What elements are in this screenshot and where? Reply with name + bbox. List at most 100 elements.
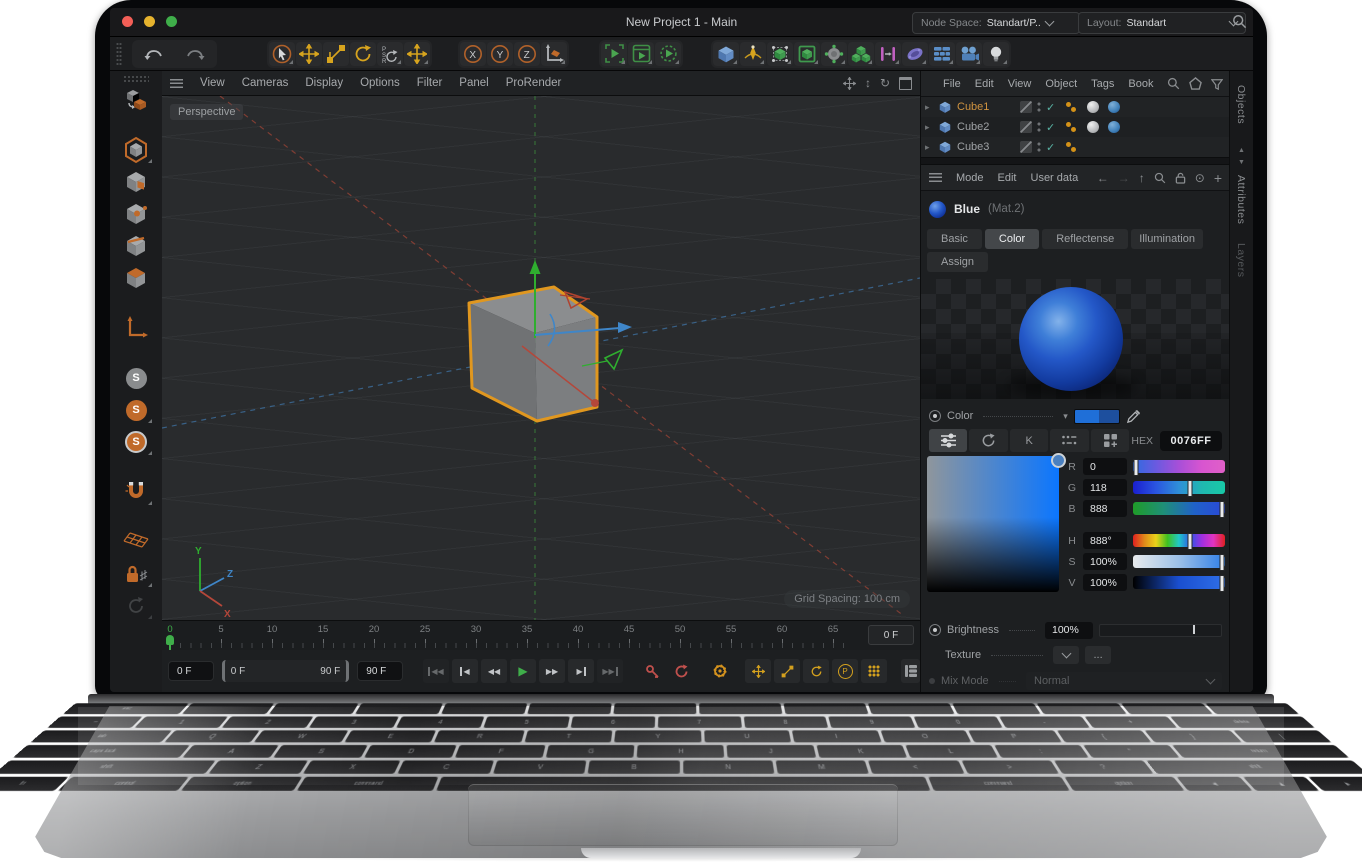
render-view-button[interactable] — [601, 42, 627, 66]
object-name[interactable]: Cube3 — [957, 141, 1015, 153]
array-cubes-button[interactable] — [848, 42, 874, 66]
layer-toggle-icon[interactable] — [1020, 101, 1032, 113]
tab-basic[interactable]: Basic — [927, 229, 982, 249]
make-editable-button[interactable] — [118, 85, 154, 115]
swatches-mode-button[interactable] — [1091, 429, 1129, 452]
tab-layers[interactable]: Layers — [1235, 243, 1247, 278]
om-home-icon[interactable] — [1189, 77, 1202, 90]
axis-x-toggle[interactable]: X — [460, 42, 486, 66]
am-lock-icon[interactable] — [1175, 172, 1186, 184]
channel-value-field[interactable]: 100% — [1083, 553, 1127, 570]
viewport-toggle-icon[interactable] — [899, 77, 912, 90]
move-axes-tool[interactable] — [404, 42, 430, 66]
visibility-dots-icon[interactable] — [1037, 141, 1041, 153]
search-icon[interactable] — [1232, 14, 1247, 29]
snap-off-button[interactable]: S — [118, 363, 154, 393]
object-name[interactable]: Cube2 — [957, 121, 1015, 133]
mix-mode-dropdown[interactable]: Normal — [1026, 672, 1222, 690]
goto-start-button[interactable]: ◀◀ — [423, 659, 449, 683]
end-frame-field[interactable]: 90 F — [357, 661, 403, 681]
camera-button[interactable] — [956, 42, 982, 66]
snap-3d-button[interactable]: S — [118, 427, 154, 457]
viewport-menu-cameras[interactable]: Cameras — [242, 77, 289, 89]
channel-slider[interactable] — [1133, 481, 1225, 494]
viewport-menu-prorender[interactable]: ProRender — [506, 77, 562, 89]
psr-tool[interactable]: PSR — [377, 42, 403, 66]
workplane-button[interactable] — [118, 527, 154, 557]
color-swatch[interactable] — [1074, 409, 1120, 424]
add-cube-button[interactable] — [713, 42, 739, 66]
viewport-rotate-icon[interactable]: ↻ — [880, 76, 890, 90]
am-forward-icon[interactable]: → — [1118, 171, 1130, 185]
light-button[interactable] — [983, 42, 1009, 66]
tab-illumination[interactable]: Illumination — [1131, 229, 1203, 249]
viewport-menu-options[interactable]: Options — [360, 77, 400, 89]
color-picker-square[interactable] — [927, 456, 1059, 592]
om-filter-icon[interactable] — [1211, 78, 1223, 90]
deformer-sphere-button[interactable] — [821, 42, 847, 66]
channel-slider[interactable] — [1133, 502, 1225, 515]
move-tool[interactable] — [296, 42, 322, 66]
enabled-check-icon[interactable]: ✓ — [1046, 121, 1055, 134]
keyframe-dots-icon[interactable] — [1066, 101, 1078, 113]
current-frame-field[interactable]: 0 F — [868, 625, 914, 645]
table-grid-button[interactable] — [929, 42, 955, 66]
scale-tool[interactable] — [323, 42, 349, 66]
toolbar-drag-handle[interactable] — [116, 42, 122, 66]
axis-y-toggle[interactable]: Y — [487, 42, 513, 66]
previous-key-button[interactable]: ◀ — [452, 659, 478, 683]
extrude-object-button[interactable] — [794, 42, 820, 66]
cloner-button[interactable] — [875, 42, 901, 66]
om-menu-tags[interactable]: Tags — [1091, 78, 1114, 90]
render-picture-viewer-button[interactable] — [628, 42, 654, 66]
tab-color[interactable]: Color — [985, 229, 1039, 249]
viewport-menu-view[interactable]: View — [200, 77, 225, 89]
scroll-down-icon[interactable]: ▼ — [1238, 159, 1245, 166]
node-space-dropdown[interactable]: Node Space: Standart/P.. — [912, 12, 1080, 34]
viewport-menu-icon[interactable] — [170, 79, 183, 88]
axis-z-toggle[interactable]: Z — [514, 42, 540, 66]
tab-attributes[interactable]: Attributes — [1235, 175, 1247, 224]
lock-workplane-button[interactable] — [118, 559, 154, 589]
volume-button[interactable] — [902, 42, 928, 66]
object-row-cube3[interactable]: ▸ Cube3 ✓ — [921, 137, 1230, 157]
next-frame-button[interactable]: ▶▶ — [539, 659, 565, 683]
channel-slider[interactable] — [1133, 555, 1225, 568]
eyedropper-icon[interactable] — [1126, 409, 1141, 424]
keyframe-settings-button[interactable] — [710, 659, 729, 683]
om-menu-book[interactable]: Book — [1128, 78, 1153, 90]
viewport-menu-panel[interactable]: Panel — [459, 77, 488, 89]
expand-icon[interactable]: ▸ — [925, 142, 933, 153]
color-radio[interactable] — [929, 410, 941, 422]
layout-dropdown[interactable]: Layout: Standart — [1078, 12, 1246, 34]
key-scale-button[interactable] — [774, 659, 800, 683]
enabled-check-icon[interactable]: ✓ — [1046, 141, 1055, 154]
edge-mode-button[interactable] — [118, 231, 154, 261]
om-menu-object[interactable]: Object — [1045, 78, 1077, 90]
timeline-playhead[interactable] — [166, 635, 175, 650]
material-tag-icon[interactable] — [1108, 121, 1120, 133]
kelvin-mode-button[interactable]: K — [1010, 429, 1048, 452]
workplane-sync-button[interactable] — [118, 591, 154, 621]
channel-value-field[interactable]: 118 — [1083, 479, 1127, 496]
channel-slider[interactable] — [1133, 534, 1225, 547]
goto-end-button[interactable]: ▶▶ — [597, 659, 623, 683]
color-picker-handle[interactable] — [1051, 453, 1066, 468]
viewport-menu-display[interactable]: Display — [305, 77, 343, 89]
texture-mode-button[interactable] — [118, 167, 154, 197]
viewport-pan-icon[interactable] — [843, 77, 856, 90]
autokey-button[interactable] — [668, 659, 694, 683]
channel-value-field[interactable]: 100% — [1083, 574, 1127, 591]
visibility-dots-icon[interactable] — [1037, 121, 1041, 133]
hex-value-field[interactable]: 0076FF — [1160, 431, 1222, 451]
object-row-cube1[interactable]: ▸ Cube1 ✓ — [921, 97, 1230, 117]
keyframe-dots-icon[interactable] — [1066, 121, 1078, 133]
visibility-dots-icon[interactable] — [1037, 101, 1041, 113]
tab-objects[interactable]: Objects — [1235, 85, 1247, 124]
polygon-mode-button[interactable] — [118, 263, 154, 293]
brightness-radio[interactable] — [929, 624, 941, 636]
om-menu-view[interactable]: View — [1008, 78, 1032, 90]
key-rotation-button[interactable] — [803, 659, 829, 683]
texture-dropdown-button[interactable] — [1053, 646, 1079, 664]
record-key-button[interactable] — [639, 659, 665, 683]
